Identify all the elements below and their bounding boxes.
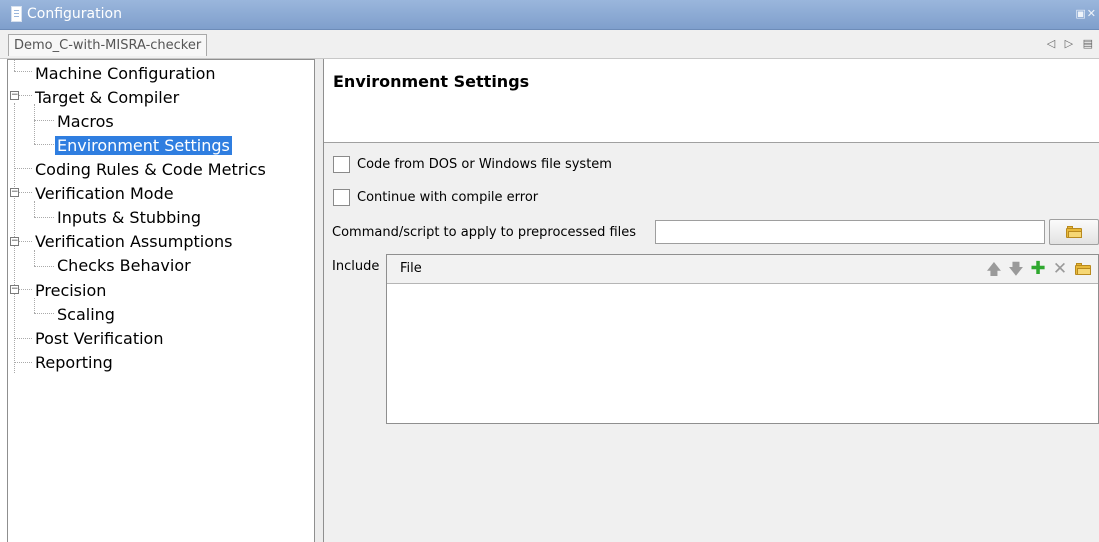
include-files-table: File 🡅 🡇 ✚ ✕ <box>386 254 1099 424</box>
settings-panel: Environment Settings Code from DOS or Wi… <box>323 59 1099 542</box>
column-header-file: File <box>400 261 422 276</box>
window-title: Configuration <box>27 6 122 22</box>
tree-item-label: Environment Settings <box>55 136 232 155</box>
tree-item-inputs-stubbing[interactable]: Inputs & Stubbing <box>57 206 201 230</box>
page-title: Environment Settings <box>333 72 530 91</box>
tree-item-label: Checks Behavior <box>57 256 191 275</box>
configuration-tree: − − − − Machine Configuration Target & C… <box>7 59 315 542</box>
collapse-verification-assumptions-icon[interactable]: − <box>10 237 19 246</box>
tree-item-scaling[interactable]: Scaling <box>57 303 115 327</box>
tree-item-macros[interactable]: Macros <box>57 110 114 134</box>
command-script-input[interactable] <box>655 220 1045 244</box>
collapse-precision-icon[interactable]: − <box>10 285 19 294</box>
collapse-verification-mode-icon[interactable]: − <box>10 188 19 197</box>
tree-item-label: Verification Assumptions <box>35 232 233 251</box>
tree-item-label: Target & Compiler <box>35 88 180 107</box>
tree-item-post-verification[interactable]: Post Verification <box>35 327 163 351</box>
tree-item-label: Machine Configuration <box>35 64 216 83</box>
collapse-target-compiler-icon[interactable]: − <box>10 91 19 100</box>
tab-project[interactable]: Demo_C-with-MISRA-checker <box>8 34 208 56</box>
folder-icon <box>1066 226 1082 238</box>
tab-navigation[interactable]: ◁ ▷ ▤ <box>1047 37 1096 50</box>
command-script-label: Command/script to apply to preprocessed … <box>332 225 637 240</box>
tree-item-label: Scaling <box>57 305 115 324</box>
table-toolbar: 🡅 🡇 ✚ ✕ <box>986 260 1096 278</box>
window-titlebar: Configuration ▣✕ <box>0 0 1099 30</box>
tree-item-verification-assumptions[interactable]: Verification Assumptions <box>35 230 232 254</box>
tree-item-label: Inputs & Stubbing <box>57 208 202 227</box>
tree-item-label: Post Verification <box>35 329 164 348</box>
include-label: Include <box>332 259 380 274</box>
tree-item-label: Reporting <box>35 353 113 372</box>
compile-error-checkbox[interactable] <box>333 189 350 206</box>
tree-item-target-compiler[interactable]: Target & Compiler <box>35 86 179 110</box>
remove-icon[interactable]: ✕ <box>1052 261 1068 278</box>
tree-item-label: Coding Rules & Code Metrics <box>35 160 266 179</box>
dos-file-system-label: Code from DOS or Windows file system <box>357 157 612 172</box>
table-header: File 🡅 🡇 ✚ ✕ <box>387 255 1098 284</box>
browse-command-button[interactable] <box>1049 219 1099 245</box>
settings-header: Environment Settings <box>324 59 1099 143</box>
pane-splitter[interactable] <box>315 59 323 542</box>
tree-item-label: Precision <box>35 281 107 300</box>
tree-item-label: Verification Mode <box>35 184 174 203</box>
tree-item-checks-behavior[interactable]: Checks Behavior <box>57 254 191 278</box>
tree-item-coding-rules[interactable]: Coding Rules & Code Metrics <box>35 158 266 182</box>
tree-item-label: Macros <box>57 112 114 131</box>
tree-item-precision[interactable]: Precision <box>35 279 106 303</box>
up-arrow-icon[interactable]: 🡅 <box>986 261 1002 277</box>
compile-error-label: Continue with compile error <box>357 190 539 205</box>
down-arrow-icon[interactable]: 🡇 <box>1008 261 1024 277</box>
window-controls[interactable]: ▣✕ <box>1075 7 1097 20</box>
tree-item-machine-configuration[interactable]: Machine Configuration <box>35 62 216 86</box>
tree-item-reporting[interactable]: Reporting <box>35 351 113 375</box>
tree-item-verification-mode[interactable]: Verification Mode <box>35 182 174 206</box>
tab-bar: Demo_C-with-MISRA-checker ◁ ▷ ▤ <box>0 30 1099 59</box>
tree-item-environment-settings[interactable]: Environment Settings <box>55 134 232 158</box>
document-icon <box>11 6 22 22</box>
dos-file-system-checkbox[interactable] <box>333 156 350 173</box>
folder-icon[interactable] <box>1075 263 1091 275</box>
add-icon[interactable]: ✚ <box>1030 260 1046 278</box>
